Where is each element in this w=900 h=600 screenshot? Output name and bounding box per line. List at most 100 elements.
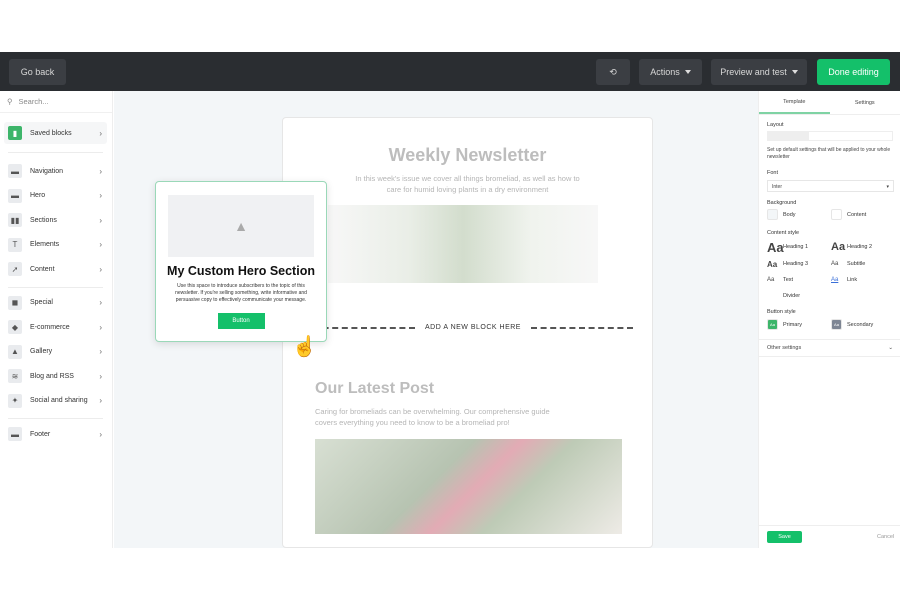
sidebar-item[interactable]: ▲ Gallery › <box>4 341 107 363</box>
layout-selector[interactable] <box>767 131 893 141</box>
style-label: Divider <box>783 293 801 299</box>
go-back-button[interactable]: Go back <box>9 59 66 85</box>
style-swatch[interactable]: Aa <box>767 240 784 255</box>
sidebar-item[interactable]: ▬ Hero › <box>4 185 107 207</box>
search-input[interactable]: ⚲ Search... <box>0 91 112 113</box>
content-color-swatch[interactable] <box>831 209 842 220</box>
sidebar-item[interactable]: ▬ Navigation › <box>4 160 107 182</box>
layout-description: Set up default settings that will be app… <box>767 147 891 160</box>
chevron-right-icon: › <box>99 166 102 176</box>
sidebar-item[interactable]: T Elements › <box>4 234 107 256</box>
chevron-right-icon: › <box>99 396 102 405</box>
sidebar-item[interactable]: ▬ Footer › <box>4 423 107 445</box>
background-label: Background <box>767 200 797 206</box>
sidebar-item[interactable]: ➚ Content › <box>4 258 107 280</box>
navigation-icon: ▬ <box>8 164 22 178</box>
tag-icon: ◆ <box>8 320 22 334</box>
succulents-image <box>328 205 598 283</box>
caret-down-icon <box>684 70 691 74</box>
post-text: Caring for bromeliads can be overwhelmin… <box>315 407 550 428</box>
divider <box>8 286 103 288</box>
button-style-label: Button style <box>767 309 796 315</box>
tab-template[interactable]: Template <box>759 91 830 114</box>
style-swatch[interactable]: Aa <box>831 241 845 253</box>
item-label: E-commerce <box>30 323 70 331</box>
hero-title: My Custom Hero Section <box>167 264 315 278</box>
dragged-hero-block[interactable]: ▲ My Custom Hero Section Use this space … <box>155 181 327 342</box>
style-swatch[interactable]: Aa <box>831 258 843 270</box>
sidebar-item[interactable]: ≋ Blog and RSS › <box>4 365 107 387</box>
caret-down-icon <box>791 70 798 74</box>
post-title: Our Latest Post <box>315 380 435 397</box>
item-label: Blog and RSS <box>30 372 74 380</box>
actions-button[interactable]: Actions <box>639 59 702 85</box>
hero-button: Button <box>217 313 265 329</box>
sidebar-item[interactable]: ◼ Special › <box>4 292 107 314</box>
font-label: Font <box>767 170 779 176</box>
newsletter-intro: In this week's issue we cover all things… <box>355 174 580 194</box>
primary-label: Primary <box>783 322 802 328</box>
chevron-right-icon: › <box>99 191 102 200</box>
chevron-right-icon: › <box>99 322 102 332</box>
divider <box>8 152 103 153</box>
font-select[interactable]: Inter ▾ <box>767 180 894 192</box>
email-preview: Weekly Newsletter In this week's issue w… <box>282 117 653 548</box>
layout-option-narrow[interactable] <box>768 132 810 140</box>
body-color-swatch[interactable] <box>767 209 778 220</box>
style-swatch[interactable]: Aa <box>831 274 843 286</box>
other-settings-label: Other settings <box>767 345 802 351</box>
search-icon: ⚲ <box>7 97 13 106</box>
chevron-down-icon: ▾ <box>886 184 889 190</box>
body-label: Body <box>783 212 796 218</box>
rss-icon: ≋ <box>8 369 22 383</box>
chevron-right-icon: › <box>99 264 102 274</box>
cancel-button[interactable]: Cancel <box>877 534 894 540</box>
bookmark-icon: ▮ <box>8 126 22 140</box>
drop-zone[interactable]: ADD A NEW BLOCK HERE <box>313 324 633 331</box>
style-label: Heading 1 <box>783 244 809 250</box>
done-editing-button[interactable]: Done editing <box>817 59 890 85</box>
bromeliad-image <box>315 438 622 534</box>
item-label: Footer <box>30 430 51 438</box>
style-label: Link <box>847 277 858 283</box>
style-swatch[interactable]: Aa <box>767 274 779 286</box>
sidebar-item[interactable]: ✦ Social and sharing › <box>4 390 107 412</box>
item-label: Social and sharing <box>30 397 88 404</box>
newsletter-title: Weekly Newsletter <box>388 145 547 165</box>
history-button[interactable]: ⟲ <box>596 59 630 85</box>
preview-button[interactable]: Preview and test <box>711 59 807 85</box>
sidebar-item[interactable]: ◆ E-commerce › <box>4 316 107 338</box>
sidebar-item[interactable]: ▮▮ Sections › <box>4 209 107 231</box>
sidebar-item-saved-blocks[interactable]: ▮ Saved blocks › <box>4 122 107 144</box>
layout-option-medium[interactable] <box>809 132 850 140</box>
primary-button-style[interactable]: Aa <box>767 319 778 330</box>
hand-cursor-icon: ☝ <box>292 336 317 358</box>
save-button[interactable]: Save <box>767 531 802 543</box>
style-label: Text <box>783 277 794 283</box>
history-icon: ⟲ <box>609 66 617 77</box>
footer-icon: ▬ <box>8 427 22 441</box>
drop-zone-label: ADD A NEW BLOCK HERE <box>425 324 521 331</box>
preview-label: Preview and test <box>720 67 787 77</box>
hero-text: Use this space to introduce subscribers … <box>175 283 307 303</box>
search-placeholder: Search... <box>18 97 49 106</box>
chevron-right-icon: › <box>99 240 102 249</box>
hero-icon: ▬ <box>8 188 22 203</box>
style-swatch[interactable] <box>767 290 779 302</box>
actions-label: Actions <box>650 67 680 77</box>
blocks-sidebar: ⚲ Search... ▮ Saved blocks › ▬ Navigation › ▬ H… <box>0 91 113 548</box>
secondary-button-style[interactable]: Aa <box>831 319 842 330</box>
chevron-right-icon: › <box>99 347 102 356</box>
item-label: Hero <box>30 192 46 199</box>
item-label: Saved blocks <box>30 129 72 137</box>
item-label: Sections <box>30 216 57 224</box>
layout-label: Layout <box>767 122 784 128</box>
divider <box>8 418 103 419</box>
style-swatch[interactable]: Aa <box>767 258 779 270</box>
secondary-label: Secondary <box>847 322 874 328</box>
template-panel: Template Settings Layout Set up default … <box>758 91 900 548</box>
item-label: Elements <box>30 241 60 248</box>
tab-settings[interactable]: Settings <box>830 91 900 114</box>
layout-option-wide[interactable] <box>851 132 892 140</box>
other-settings-toggle[interactable]: Other settings ⌄ <box>759 339 900 357</box>
